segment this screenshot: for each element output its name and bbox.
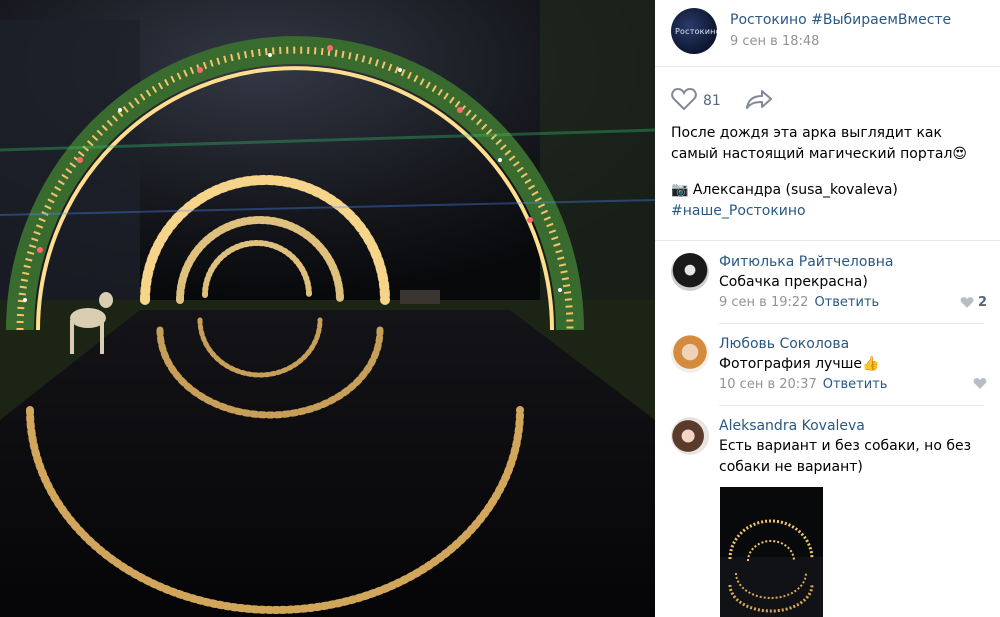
avatar[interactable] (671, 417, 709, 455)
reply-button[interactable]: Ответить (814, 295, 879, 310)
comment: Aleksandra Kovaleva Есть вариант и без с… (671, 417, 989, 487)
comment: Любовь Соколова Фотография лучше👍 10 сен… (671, 335, 989, 405)
like-count: 81 (703, 93, 721, 109)
community-avatar[interactable]: Ростокино (671, 8, 717, 54)
post-photo[interactable] (0, 0, 655, 617)
post-credit: 📷 Александра (susa_kovaleva) #наше_Росто… (671, 180, 991, 222)
comment-text: Фотография лучше👍 (719, 356, 880, 372)
post-actions: 81 (671, 87, 773, 115)
post-date[interactable]: 9 сен в 18:48 (730, 33, 951, 51)
comment-like-count: 2 (977, 295, 987, 310)
heart-icon[interactable] (671, 87, 697, 115)
comment: Фитюлька Райтчеловна Собачка прекрасна) … (671, 253, 989, 323)
comment-date[interactable]: 9 сен в 19:22 (719, 295, 808, 310)
arch-thumbnail-image (720, 487, 823, 617)
header-divider (655, 66, 1000, 67)
hashtag-link[interactable]: #наше_Ростокино (671, 201, 991, 222)
post-author[interactable]: Ростокино Ростокино #ВыбираемВместе 9 се… (671, 7, 951, 55)
arch-photo-image (0, 0, 655, 617)
photo-credit: 📷 Александра (susa_kovaleva) (671, 182, 898, 198)
heart-icon (973, 378, 987, 389)
comment-author[interactable]: Aleksandra Kovaleva (719, 417, 989, 435)
comment-photo-thumbnail[interactable] (720, 487, 823, 617)
avatar-caption: Ростокино (675, 27, 717, 36)
comment-text: Собачка прекрасна) (719, 274, 868, 290)
heart-icon (960, 297, 974, 308)
reply-button[interactable]: Ответить (823, 377, 888, 392)
comment-divider (719, 405, 984, 406)
author-name-link[interactable]: Ростокино #ВыбираемВместе (730, 11, 951, 29)
comment-author[interactable]: Любовь Соколова (719, 335, 989, 353)
comment-author[interactable]: Фитюлька Райтчеловна (719, 253, 989, 271)
comment-like[interactable]: 2 (960, 295, 987, 310)
post-text: После дождя эта арка выглядит как самый … (671, 125, 968, 162)
comment-text: Есть вариант и без собаки, но без собаки… (719, 438, 972, 475)
comment-divider (719, 323, 984, 324)
comment-like[interactable] (973, 377, 987, 390)
share-arrow-icon[interactable] (745, 88, 773, 114)
avatar[interactable] (671, 253, 709, 291)
comments-divider (655, 240, 1000, 241)
comment-date[interactable]: 10 сен в 20:37 (719, 377, 817, 392)
post-panel: Ростокино Ростокино #ВыбираемВместе 9 се… (655, 0, 1000, 617)
avatar[interactable] (671, 335, 709, 373)
